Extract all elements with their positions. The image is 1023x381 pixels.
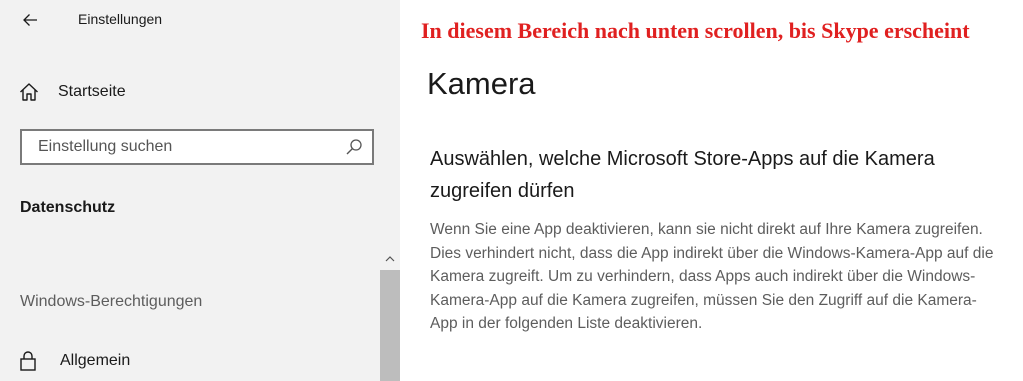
home-icon xyxy=(20,83,38,101)
home-nav-item[interactable]: Startseite xyxy=(18,78,378,106)
section-subheading: Auswählen, welche Microsoft Store-Apps a… xyxy=(430,148,935,202)
sidebar-item-general[interactable]: Allgemein xyxy=(18,346,368,376)
scroll-up-button[interactable] xyxy=(380,249,400,269)
section-heading: Windows-Berechtigungen xyxy=(20,293,203,310)
scrollbar-thumb[interactable] xyxy=(380,270,400,381)
search-icon[interactable] xyxy=(344,137,364,157)
sidebar-item-label: Allgemein xyxy=(60,352,131,369)
app-title: Einstellungen xyxy=(78,11,163,27)
chevron-up-icon xyxy=(385,256,395,262)
description-text: Wenn Sie eine App deaktivieren, kann sie… xyxy=(430,221,994,332)
search-input[interactable] xyxy=(36,137,344,157)
sidebar: Einstellungen Startseite Datenschutz Win… xyxy=(0,0,400,381)
back-arrow-icon xyxy=(23,14,37,26)
settings-search-box[interactable] xyxy=(20,129,374,165)
back-button[interactable] xyxy=(18,8,42,32)
lock-icon xyxy=(20,351,36,371)
group-heading: Datenschutz xyxy=(20,199,116,216)
page-title: Kamera xyxy=(427,66,536,101)
annotation-text: In diesem Bereich nach unten scrollen, b… xyxy=(421,18,970,43)
home-label: Startseite xyxy=(58,83,126,100)
